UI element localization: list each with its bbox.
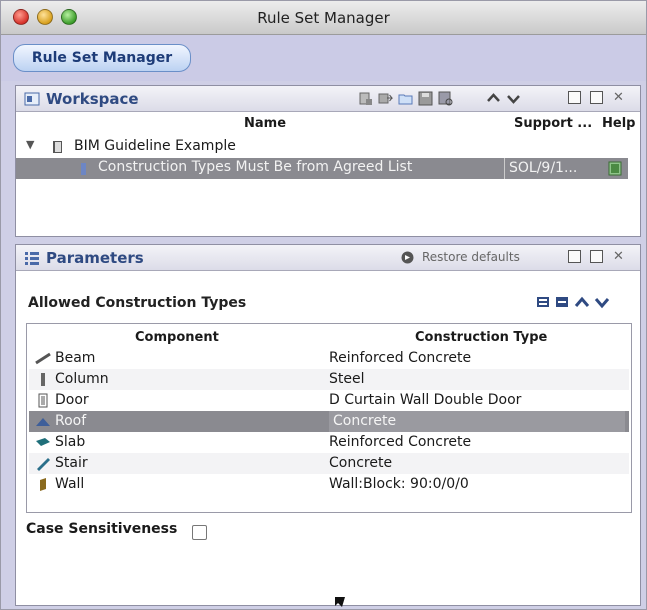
tree-group-row[interactable]: ▼ BIM Guideline Example [16, 136, 628, 157]
tree-rule-row[interactable]: Construction Types Must Be from Agreed L… [16, 158, 628, 179]
new-rule-icon[interactable] [358, 91, 373, 106]
table-row[interactable]: Beam Reinforced Concrete [29, 348, 629, 369]
slab-icon [36, 438, 50, 446]
column-name[interactable]: Name [244, 116, 286, 131]
panel-restore-icon[interactable] [568, 250, 581, 263]
construction-type-cell[interactable]: Reinforced Concrete [329, 434, 471, 450]
rule-support: SOL/9/1... [504, 158, 581, 179]
move-down-icon[interactable] [506, 91, 521, 106]
component-cell: Column [55, 371, 109, 387]
help-icon[interactable] [608, 161, 622, 176]
component-cell: Beam [55, 350, 96, 366]
title-bar: Rule Set Manager [1, 1, 646, 35]
table-row[interactable]: Wall Wall:Block: 90:0/0/0 [29, 474, 629, 495]
remove-row-icon[interactable] [554, 295, 570, 309]
workspace-title: Workspace [46, 90, 139, 108]
table-row[interactable]: Slab Reinforced Concrete [29, 432, 629, 453]
column-icon [41, 373, 45, 386]
parameters-header: Parameters Restore defaults ✕ [16, 245, 640, 271]
parameters-title: Parameters [46, 249, 144, 267]
table-row[interactable]: Column Steel [29, 369, 629, 390]
component-cell: Stair [55, 455, 88, 471]
expand-triangle-icon[interactable]: ▼ [26, 138, 34, 151]
workspace-panel: Workspace ✕ Name Support ... Help ▼ BIM … [15, 85, 641, 237]
parameters-icon [25, 252, 39, 265]
rule-icon [81, 163, 86, 175]
table-row[interactable]: Door D Curtain Wall Double Door [29, 390, 629, 411]
workspace-icon [24, 92, 40, 106]
rule-set-manager-tab[interactable]: Rule Set Manager [13, 44, 191, 72]
save-icon[interactable] [418, 91, 433, 106]
mouse-pointer-icon [335, 597, 345, 607]
beam-icon [35, 352, 51, 365]
open-folder-icon[interactable] [398, 91, 413, 106]
column-support[interactable]: Support ... [514, 116, 592, 131]
save-as-icon[interactable] [438, 91, 453, 106]
construction-type-cell[interactable]: Reinforced Concrete [329, 350, 471, 366]
construction-type-cell[interactable]: Steel [329, 371, 365, 387]
wall-icon [40, 478, 46, 491]
parameters-panel: Parameters Restore defaults ✕ Allowed Co… [15, 244, 641, 607]
column-help[interactable]: Help [602, 116, 635, 131]
move-up-icon[interactable] [486, 91, 501, 106]
panel-maximize-icon[interactable] [590, 91, 603, 104]
roof-icon [36, 418, 50, 426]
construction-type-cell[interactable]: Concrete [329, 411, 625, 432]
window-title: Rule Set Manager [257, 9, 390, 27]
restore-defaults-label: Restore defaults [422, 250, 520, 264]
tab-bar: Rule Set Manager [1, 35, 646, 81]
component-cell: Slab [55, 434, 86, 450]
component-cell: Roof [55, 413, 87, 429]
workspace-column-header: Name Support ... Help [16, 112, 640, 134]
export-icon[interactable] [378, 91, 393, 106]
allowed-construction-types-label: Allowed Construction Types [28, 295, 247, 311]
panel-maximize-icon[interactable] [590, 250, 603, 263]
row-up-icon[interactable] [574, 295, 590, 309]
table-row-selected[interactable]: Roof Concrete [29, 411, 629, 432]
table-row[interactable]: Stair Concrete [29, 453, 629, 474]
rule-set-book-icon [53, 141, 62, 153]
column-construction-type[interactable]: Construction Type [415, 330, 547, 345]
restore-icon [401, 251, 414, 264]
workspace-header: Workspace ✕ [16, 86, 640, 112]
stair-icon [37, 458, 50, 471]
construction-type-cell[interactable]: Wall:Block: 90:0/0/0 [329, 476, 469, 492]
rule-set-name: BIM Guideline Example [74, 138, 236, 154]
construction-type-cell[interactable]: Concrete [329, 455, 392, 471]
panel-close-icon[interactable]: ✕ [612, 91, 625, 104]
construction-types-table: Component Construction Type Beam Reinfor… [26, 323, 632, 513]
panel-restore-icon[interactable] [568, 91, 581, 104]
rule-set-manager-window: Rule Set Manager Rule Set Manager Worksp… [0, 0, 647, 610]
component-cell: Wall [55, 476, 85, 492]
panel-close-icon[interactable]: ✕ [612, 250, 625, 263]
case-sensitiveness-label: Case Sensitiveness [26, 521, 178, 537]
rule-name: Construction Types Must Be from Agreed L… [98, 159, 413, 175]
workspace-tree: Name Support ... Help ▼ BIM Guideline Ex… [16, 112, 640, 236]
add-row-icon[interactable] [534, 295, 550, 309]
column-component[interactable]: Component [135, 330, 219, 345]
component-cell: Door [55, 392, 89, 408]
row-down-icon[interactable] [594, 295, 610, 309]
construction-type-cell[interactable]: D Curtain Wall Double Door [329, 392, 521, 408]
door-icon [38, 393, 48, 408]
case-sensitiveness-checkbox[interactable] [192, 525, 207, 540]
